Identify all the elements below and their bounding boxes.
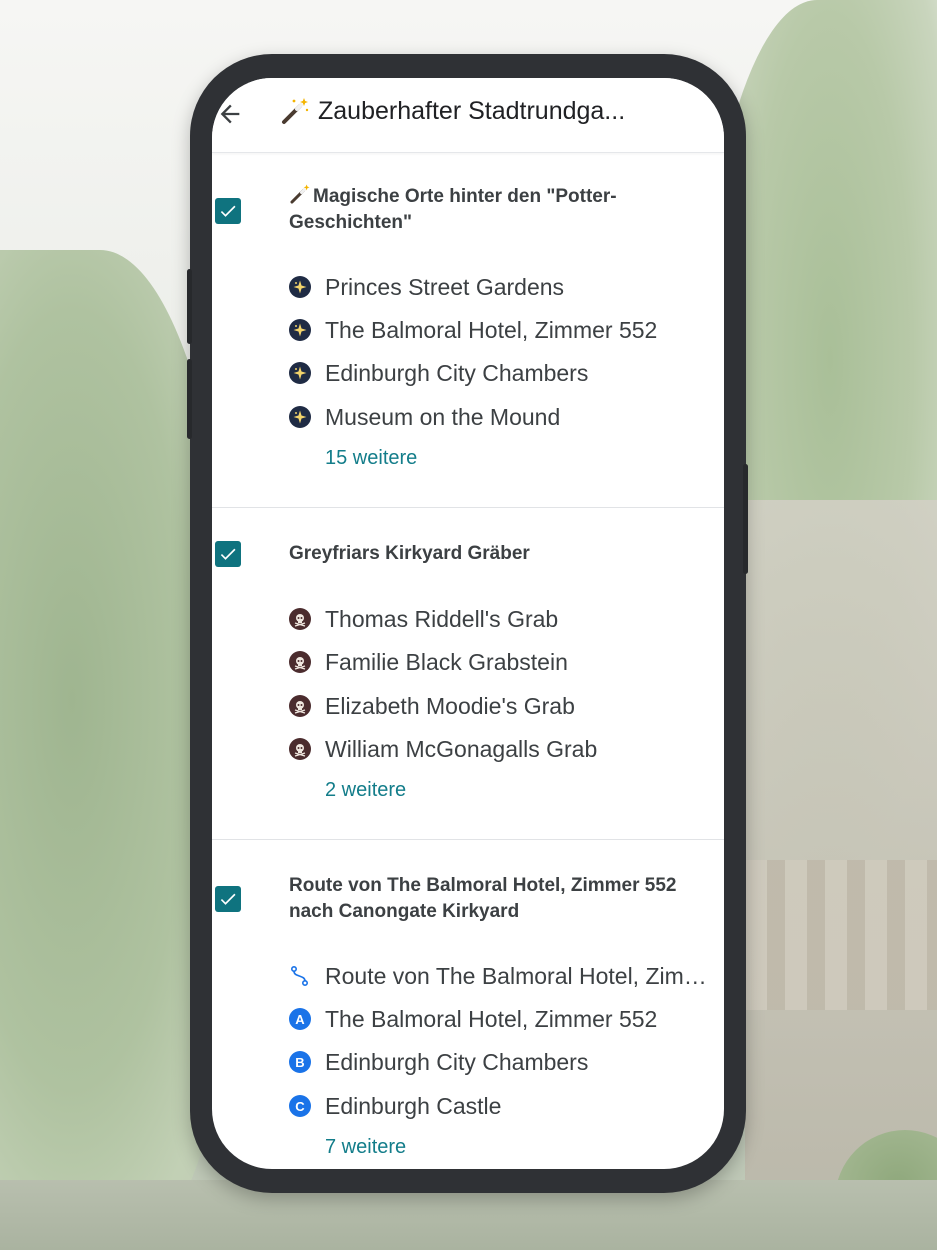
skull-marker-icon	[289, 738, 311, 760]
check-icon	[220, 205, 236, 217]
waypoint-a-icon: A	[289, 1008, 311, 1030]
layer-title: Greyfriars Kirkyard Gräber	[289, 543, 530, 564]
list-item[interactable]: Familie Black Grabstein	[289, 647, 568, 677]
star-marker-icon	[289, 276, 311, 298]
layer-title: Magische Orte hinter den "Potter-Geschic…	[289, 183, 719, 236]
skull-marker-icon	[289, 608, 311, 630]
app-screen: Zauberhafter Stadtrundga... Magische Ort…	[212, 78, 724, 1169]
layer-section-route: Route von The Balmoral Hotel, Zimmer 552…	[212, 840, 724, 1169]
back-button[interactable]	[212, 96, 248, 132]
layer-section-magical-places: Magische Orte hinter den "Potter-Geschic…	[212, 153, 724, 508]
page-title: Zauberhafter Stadtrundga...	[280, 96, 625, 126]
phone-frame: Zauberhafter Stadtrundga... Magische Ort…	[187, 54, 748, 1193]
layer-section-graves: Greyfriars Kirkyard Gräber Thomas Riddel…	[212, 508, 724, 840]
star-marker-icon	[289, 319, 311, 341]
waypoint-b-icon: B	[289, 1051, 311, 1073]
layer-checkbox[interactable]	[215, 541, 241, 567]
list-item[interactable]: Route von The Balmoral Hotel, Zimmer 552…	[289, 961, 717, 991]
more-link[interactable]: 7 weitere	[325, 1136, 406, 1159]
layer-title: Route von The Balmoral Hotel, Zimmer 552…	[289, 875, 677, 922]
list-item[interactable]: Princes Street Gardens	[289, 272, 564, 302]
list-item[interactable]: Thomas Riddell's Grab	[289, 604, 558, 634]
star-marker-icon	[289, 362, 311, 384]
waypoint-c-icon: C	[289, 1095, 311, 1117]
more-link[interactable]: 2 weitere	[325, 779, 406, 802]
list-item[interactable]: Elizabeth Moodie's Grab	[289, 691, 575, 721]
magic-wand-icon	[282, 98, 309, 124]
check-icon	[220, 548, 236, 560]
skull-marker-icon	[289, 651, 311, 673]
list-item[interactable]: A The Balmoral Hotel, Zimmer 552	[289, 1004, 657, 1034]
list-item[interactable]: Museum on the Mound	[289, 402, 560, 432]
magic-wand-icon	[290, 184, 310, 204]
list-item[interactable]: Edinburgh City Chambers	[289, 358, 588, 388]
star-marker-icon	[289, 406, 311, 428]
list-item[interactable]: William McGonagalls Grab	[289, 734, 597, 764]
skull-marker-icon	[289, 695, 311, 717]
more-link[interactable]: 15 weitere	[325, 447, 417, 470]
page-title-text: Zauberhafter Stadtrundga...	[318, 96, 626, 125]
list-item[interactable]: B Edinburgh City Chambers	[289, 1047, 588, 1077]
top-app-bar: Zauberhafter Stadtrundga...	[212, 78, 724, 153]
layer-checkbox[interactable]	[215, 886, 241, 912]
list-item[interactable]: The Balmoral Hotel, Zimmer 552	[289, 315, 657, 345]
route-icon	[289, 965, 311, 987]
arrow-back-icon	[220, 104, 240, 124]
check-icon	[220, 893, 236, 905]
layer-checkbox[interactable]	[215, 198, 241, 224]
list-item[interactable]: C Edinburgh Castle	[289, 1091, 501, 1121]
